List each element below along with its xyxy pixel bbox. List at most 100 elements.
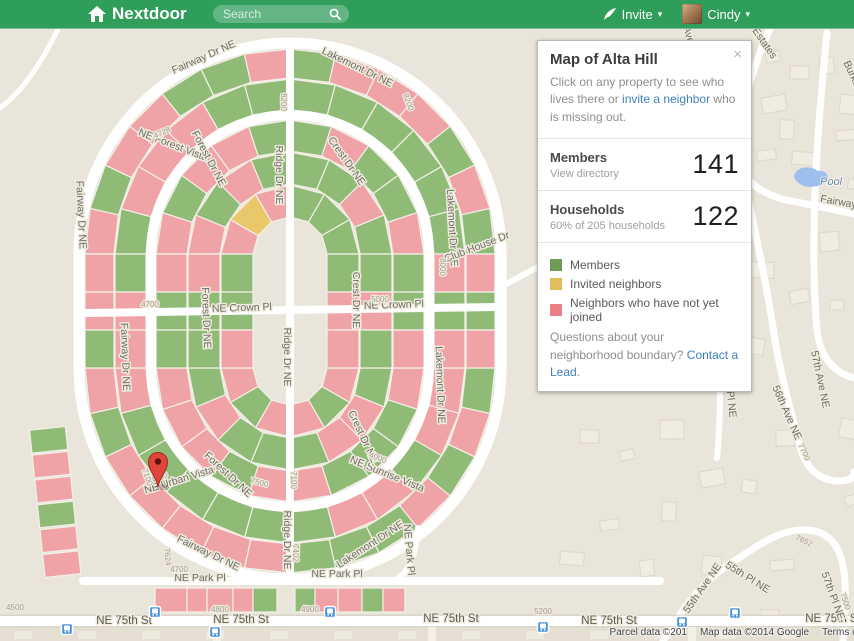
bus-stop-icon[interactable] xyxy=(677,617,688,628)
parcel-data-credit: Parcel data ©201 xyxy=(610,627,687,638)
parcel[interactable] xyxy=(221,254,253,292)
legend-item-members: Members xyxy=(550,258,739,272)
parcel-number-label: 4900 xyxy=(301,605,319,614)
invite-menu[interactable]: Invite ▾ xyxy=(603,7,663,22)
parcel[interactable] xyxy=(115,254,146,292)
parcel[interactable] xyxy=(32,451,70,478)
street-label: NE Crown Pl xyxy=(212,301,272,315)
building-footprint xyxy=(780,120,795,140)
parcel-number-label: 5200 xyxy=(534,607,552,616)
bus-stop-icon xyxy=(732,610,738,615)
user-menu[interactable]: Cindy ▾ xyxy=(682,4,750,24)
parcel[interactable] xyxy=(393,254,424,292)
parcel[interactable] xyxy=(188,254,220,292)
search-icon[interactable] xyxy=(329,8,341,20)
street-label: NE 75th St xyxy=(581,615,637,627)
parcel[interactable] xyxy=(383,588,405,612)
bus-stop-icon xyxy=(156,614,158,616)
nextdoor-logo[interactable]: Nextdoor xyxy=(88,0,187,28)
parcel[interactable] xyxy=(85,330,114,368)
terms-of-use-link[interactable]: Terms of Use xyxy=(822,627,854,638)
parcel-number-label: 7624 xyxy=(162,548,173,567)
map-info-panel: × Map of Alta Hill Click on any property… xyxy=(537,40,752,392)
search-input[interactable] xyxy=(221,6,329,22)
bus-stop-icon[interactable] xyxy=(325,607,336,618)
bus-stop-icon[interactable] xyxy=(150,607,161,618)
parcel[interactable] xyxy=(253,588,277,612)
parcel[interactable] xyxy=(187,588,207,612)
households-stat-row: Households 60% of 205 households 122 xyxy=(538,190,751,242)
parcel[interactable] xyxy=(466,254,495,292)
invited-swatch xyxy=(550,278,562,290)
street-label: Ridge Dr NE xyxy=(281,328,293,387)
parcel[interactable] xyxy=(156,330,187,368)
building-footprint xyxy=(599,519,619,532)
bus-stop-icon xyxy=(68,631,70,633)
parcel[interactable] xyxy=(37,501,75,528)
map-pin-icon xyxy=(155,458,161,464)
bus-stop-icon xyxy=(152,614,154,616)
legend-section: Members Invited neighbors Neighbors who … xyxy=(538,242,751,391)
parcel[interactable] xyxy=(466,330,495,368)
parcel[interactable] xyxy=(85,208,118,254)
parcel[interactable] xyxy=(360,330,392,368)
parcel[interactable] xyxy=(40,526,78,553)
parcel-number-label: 8000 xyxy=(438,258,447,276)
bus-stop-icon xyxy=(212,634,214,636)
parcel[interactable] xyxy=(338,588,362,612)
close-icon[interactable]: × xyxy=(733,47,742,62)
bus-stop-icon xyxy=(736,615,738,617)
questions-post: . xyxy=(577,365,580,379)
building-footprint xyxy=(142,631,160,639)
bus-stop-icon xyxy=(212,629,218,634)
building-footprint xyxy=(580,430,599,443)
bus-stop-icon[interactable] xyxy=(730,608,741,619)
building-footprint xyxy=(761,94,787,114)
parcel[interactable] xyxy=(156,254,187,292)
parcel[interactable] xyxy=(43,551,81,578)
header-right: Invite ▾ Cindy ▾ xyxy=(603,0,750,28)
invite-a-neighbor-link[interactable]: invite a neighbor xyxy=(622,92,710,106)
bus-stop-icon xyxy=(327,609,333,614)
street-label: NE 75th St xyxy=(96,615,152,627)
parcel[interactable] xyxy=(327,330,359,368)
parcel[interactable] xyxy=(233,588,253,612)
bus-stop-icon[interactable] xyxy=(210,627,221,638)
bus-stop-icon[interactable] xyxy=(538,622,549,633)
members-count: 141 xyxy=(692,149,739,180)
view-directory-link[interactable]: View directory xyxy=(550,168,619,180)
road xyxy=(428,627,436,641)
members-label: Members xyxy=(550,150,619,165)
building-footprint xyxy=(756,149,776,162)
bus-stop-icon xyxy=(331,614,333,616)
pool-label: Pool xyxy=(820,176,843,188)
bus-stop-icon xyxy=(540,629,542,631)
logo-text: Nextdoor xyxy=(112,4,187,24)
parcel[interactable] xyxy=(393,330,424,368)
parcel[interactable] xyxy=(85,368,118,414)
parcel[interactable] xyxy=(30,427,68,454)
street-label: Ridge Dr NE xyxy=(273,146,285,205)
bus-stop-icon xyxy=(327,614,329,616)
bus-stop-icon xyxy=(540,624,546,629)
parcel[interactable] xyxy=(290,507,335,543)
building-footprint xyxy=(790,66,809,79)
search-box[interactable] xyxy=(213,5,349,23)
parcel[interactable] xyxy=(85,254,114,292)
parcel-number-label: 4700 xyxy=(141,300,159,309)
parcel[interactable] xyxy=(362,588,383,612)
chevron-down-icon: ▾ xyxy=(745,10,750,19)
parcel[interactable] xyxy=(35,476,73,503)
parcel[interactable] xyxy=(360,254,392,292)
parcel-number-label: 8200 xyxy=(279,93,288,111)
households-count: 122 xyxy=(692,201,739,232)
panel-intro-section: × Map of Alta Hill Click on any property… xyxy=(538,41,751,138)
app-header: Nextdoor Invite ▾ Cindy ▾ xyxy=(0,0,854,29)
building-footprint xyxy=(830,300,844,310)
parcel[interactable] xyxy=(462,368,495,414)
legend-label: Invited neighbors xyxy=(570,277,661,291)
street-label: NE 75th St xyxy=(213,614,269,626)
parcel[interactable] xyxy=(244,49,290,82)
bus-stop-icon[interactable] xyxy=(62,624,73,635)
parcel[interactable] xyxy=(221,330,253,368)
